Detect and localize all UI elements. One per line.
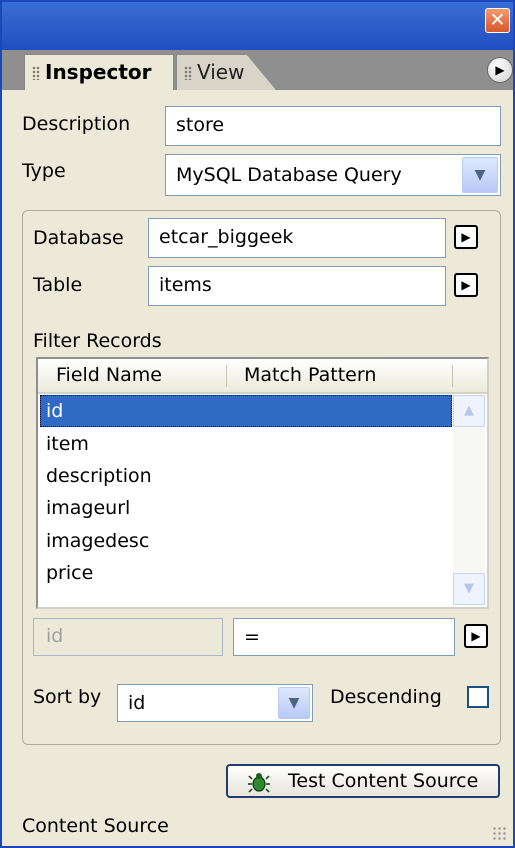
list-item[interactable]: description [40, 460, 452, 492]
database-browse-button[interactable]: ▶ [454, 225, 478, 249]
panel-title-bar [0, 0, 515, 50]
column-field-name[interactable]: Field Name [56, 359, 162, 392]
play-arrow-icon: ▶ [471, 629, 481, 643]
list-item[interactable]: item [40, 428, 452, 460]
tab-view-label: View [197, 60, 245, 84]
list-item[interactable]: price [40, 557, 452, 589]
database-field[interactable]: etcar_biggeek [148, 218, 446, 258]
chevron-down-icon[interactable]: ▼ [462, 157, 498, 193]
type-select-value: MySQL Database Query [176, 164, 402, 186]
type-select[interactable]: MySQL Database Query ▼ [165, 154, 501, 196]
close-icon[interactable]: ✕ [485, 8, 510, 33]
tab-inspector-label: Inspector [45, 60, 152, 84]
list-item[interactable]: imagedesc [40, 525, 452, 557]
grip-icon [32, 66, 40, 80]
vertical-scrollbar[interactable]: ▲ ▼ [453, 395, 485, 605]
scroll-up-icon[interactable]: ▲ [453, 395, 485, 427]
sort-by-label: Sort by [33, 686, 102, 708]
status-text: Content Source [22, 815, 169, 837]
table-label: Table [33, 274, 83, 296]
table-field[interactable]: items [148, 266, 446, 306]
play-arrow-icon: ▶ [461, 230, 471, 244]
filter-field-name: id [33, 618, 223, 656]
test-content-source-button[interactable]: Test Content Source [226, 764, 500, 798]
bug-icon [248, 773, 270, 793]
description-field[interactable]: store [165, 106, 501, 146]
descending-label: Descending [330, 686, 442, 708]
database-label: Database [33, 227, 124, 249]
description-label: Description [22, 113, 131, 135]
list-item[interactable]: imageurl [40, 492, 452, 524]
panel-options-icon[interactable]: ▶ [487, 57, 513, 83]
type-label: Type [22, 160, 66, 182]
play-arrow-icon: ▶ [461, 278, 471, 292]
column-separator [452, 365, 453, 387]
grip-icon [184, 66, 192, 80]
filter-operator-field[interactable]: = [233, 618, 455, 656]
descending-checkbox[interactable] [467, 686, 489, 708]
tab-inspector[interactable]: Inspector [24, 54, 174, 90]
list-header: Field Name Match Pattern [38, 359, 487, 394]
test-button-label: Test Content Source [288, 770, 479, 792]
sort-by-value: id [128, 692, 146, 714]
resize-grip-icon[interactable] [492, 826, 508, 842]
scroll-down-icon[interactable]: ▼ [453, 573, 485, 605]
filter-records-list[interactable]: Field Name Match Pattern id item descrip… [36, 357, 489, 609]
list-item[interactable]: id [40, 395, 452, 427]
operator-menu-button[interactable]: ▶ [464, 624, 488, 648]
chevron-down-icon[interactable]: ▼ [278, 687, 310, 719]
column-separator [226, 365, 227, 387]
sort-by-select[interactable]: id ▼ [117, 684, 313, 722]
column-match-pattern[interactable]: Match Pattern [244, 359, 376, 392]
table-browse-button[interactable]: ▶ [454, 273, 478, 297]
filter-records-label: Filter Records [33, 330, 162, 352]
